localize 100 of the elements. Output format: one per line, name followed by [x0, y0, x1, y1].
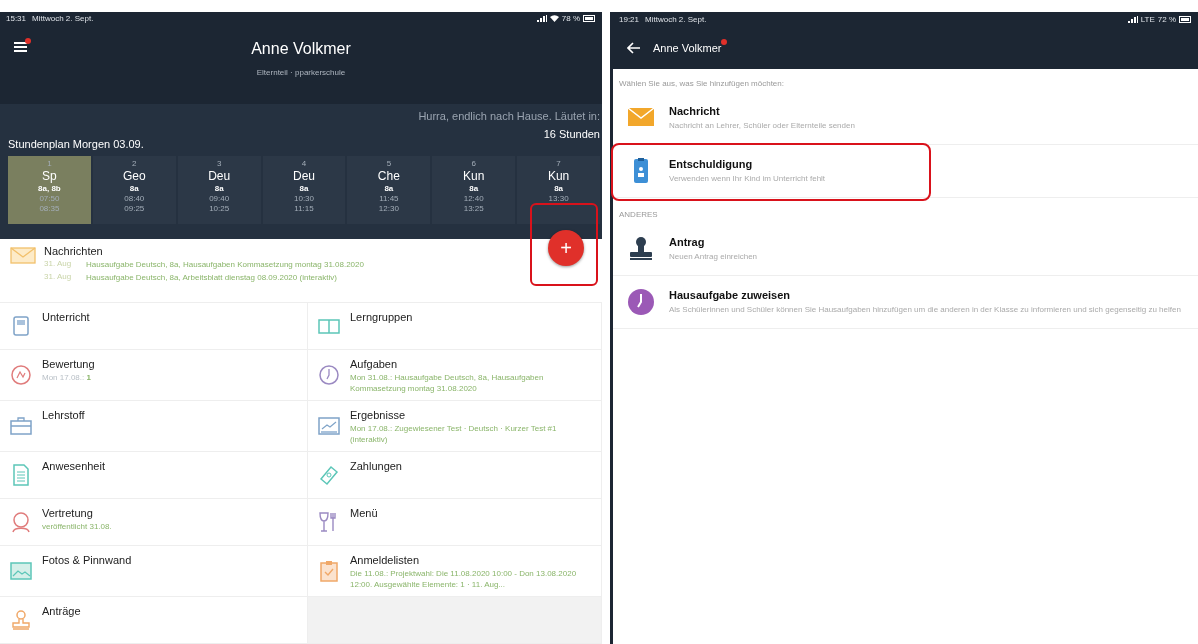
option-item[interactable]: Nachricht Nachricht an Lehrer, Schüler oder Elternteile senden: [613, 92, 1198, 145]
lesson-time: 09:40 10:25: [209, 194, 230, 215]
battery-percent: 72 %: [1157, 14, 1176, 24]
network-label: LTE: [1140, 14, 1155, 24]
document-icon: [10, 464, 32, 486]
back-arrow-icon[interactable]: [627, 41, 641, 54]
timetable-title: Stundenplan Morgen 03.09.: [8, 138, 145, 151]
menu-tile[interactable]: Lehrstoff: [0, 401, 308, 452]
lesson-cell[interactable]: 7 Kun 8a 13:30: [517, 156, 600, 225]
lesson-number: 1: [47, 159, 52, 169]
menu-tile[interactable]: Aufgaben Mon 31.08.: Hausaufgabe Deutsch, 8a, Hausaufgaben Kommasetzung montag 31.08.2020: [308, 350, 602, 401]
option-item[interactable]: Antrag Neuen Antrag einreichen: [613, 223, 1198, 276]
message-text: Hausaufgabe Deutsch, 8a, Hausaufgaben Kommasetzung montag 31.08.2020: [86, 259, 365, 271]
lesson-cell[interactable]: 4 Deu 8a 10:30 11:15: [262, 156, 346, 225]
wifi-icon: [549, 15, 559, 23]
menu-icon[interactable]: [14, 37, 32, 52]
lesson-class: 8a, 8b: [38, 184, 61, 194]
countdown-message: Hurra, endlich nach Hause. Läutet in:: [418, 110, 600, 123]
envelope-icon: [10, 245, 36, 266]
lesson-number: 3: [216, 159, 222, 169]
tile-title: Aufgaben: [350, 358, 399, 370]
prompt-text: Wählen Sie aus, was Sie hinzufügen möchten:: [618, 78, 785, 90]
lesson-number: 2: [132, 159, 137, 169]
lesson-cell[interactable]: 5 Che 8a 11:45 12:30: [347, 156, 431, 225]
option-title: Entschuldigung: [669, 157, 754, 170]
lesson-time: 10:30 11:15: [294, 194, 314, 215]
lesson-cell[interactable]: 2 Geo 8a 08:40 09:25: [92, 156, 176, 225]
lesson-subject: Sp: [42, 169, 57, 184]
lesson-cell[interactable]: 3 Deu 8a 09:40 10:25: [177, 156, 261, 225]
menu-tile[interactable]: Vertretung veröffentlicht 31.08.: [0, 499, 308, 546]
option-item[interactable]: Entschuldigung Verwenden wenn Ihr Kind im Unterricht fehlt: [613, 145, 1198, 198]
tile-title: Ergebnisse: [350, 409, 407, 421]
chart-icon: [318, 415, 340, 437]
tile-title: Unterricht: [42, 311, 90, 323]
lesson-subject: Kun: [463, 169, 485, 184]
lesson-number: 6: [471, 159, 476, 169]
lesson-cell[interactable]: 6 Kun 8a 12:40 13:25: [432, 156, 516, 225]
status-time: 15:31: [6, 14, 27, 24]
option-description: Nachricht an Lehrer, Schüler oder Elternteile senden: [669, 119, 855, 132]
status-date: Mittwoch 2. Sept.: [645, 14, 707, 24]
message-date: 31. Aug: [44, 259, 73, 271]
lesson-subject: Geo: [122, 169, 146, 184]
menu-tile[interactable]: Bewertung Mon 17.08.: 1: [0, 350, 308, 401]
option-title: Nachricht: [669, 104, 721, 117]
lesson-time: 07:50 08:35: [39, 194, 60, 215]
tile-title: Anwesenheit: [42, 460, 105, 472]
menu-tile[interactable]: Anträge: [0, 597, 308, 644]
battery-icon: [583, 15, 596, 23]
menu-tile[interactable]: Menü: [308, 499, 602, 546]
tile-title: Anmeldelisten: [350, 554, 421, 566]
status-time: 19:21: [619, 14, 640, 24]
menu-tile[interactable]: Fotos & Pinnwand: [0, 546, 308, 597]
banknote-icon: [318, 464, 340, 486]
lesson-subject: Deu: [293, 169, 315, 184]
tile-title: Anträge: [42, 605, 81, 617]
tile-title: Menü: [350, 507, 378, 519]
header-subtitle: Elternteil · pparkerschule: [256, 67, 346, 77]
lesson-icon: [10, 315, 32, 337]
clock-icon: [318, 364, 340, 386]
lesson-number: 7: [556, 159, 561, 169]
picture-icon: [10, 560, 32, 582]
section-label: ANDERES: [618, 209, 659, 221]
battery-icon: [1179, 15, 1192, 23]
header-title: Anne Volkmer: [653, 41, 722, 54]
briefcase-icon: [10, 415, 32, 437]
stamp-icon: [10, 609, 32, 631]
clock-icon: [627, 288, 655, 316]
menu-tile[interactable]: Anwesenheit: [0, 452, 308, 499]
lesson-time: 13:30: [548, 194, 569, 205]
menu-tile[interactable]: Zahlungen: [308, 452, 602, 499]
message-text: Hausaufgabe Deutsch, 8a, Arbeitsblatt dienstag 08.09.2020 (interaktiv): [86, 272, 338, 284]
menu-tile[interactable]: Unterricht: [0, 303, 308, 350]
stamp-icon: [627, 235, 655, 263]
menu-tile[interactable]: Lerngruppen: [308, 303, 602, 350]
status-date: Mittwoch 2. Sept.: [32, 14, 94, 24]
grade-icon: [10, 364, 32, 386]
message-date: 31. Aug: [44, 272, 73, 284]
tile-subtitle: Mon 17.08.: 1: [42, 372, 92, 383]
lesson-subject: Deu: [208, 169, 231, 184]
lesson-class: 8a: [214, 184, 224, 194]
lesson-cell[interactable]: 1 Sp 8a, 8b 07:50 08:35: [8, 156, 91, 225]
add-button[interactable]: +: [548, 230, 584, 266]
lesson-class: 8a: [384, 184, 394, 194]
lesson-subject: Che: [377, 169, 400, 184]
option-description: Als Schülerinnen und Schüler können Sie Hausaufgaben hinzufügen um die anderen in der Klasse zu informieren und sich gegenseitig zu helfen: [669, 303, 1181, 316]
signal-icon: [536, 15, 547, 23]
messages-title: Nachrichten: [44, 245, 104, 258]
lesson-class: 8a: [299, 184, 309, 194]
person-icon: [10, 511, 32, 533]
lesson-time: 11:45 12:30: [378, 194, 399, 215]
menu-tile[interactable]: Ergebnisse Mon 17.08.: Zugewiesener Test · Deutsch · Kurzer Test #1 (interaktiv): [308, 401, 602, 452]
lesson-number: 5: [386, 159, 392, 169]
lesson-number: 4: [301, 159, 307, 169]
countdown-value: 16 Stunden: [543, 128, 600, 141]
clipboard-icon: [318, 560, 340, 582]
option-item[interactable]: Hausaufgabe zuweisen Als Schülerinnen und Schüler können Sie Hausaufgaben hinzufügen um die anderen in der Klasse zu informieren und sich gegenseitig zu helfen: [613, 276, 1198, 329]
option-title: Hausaufgabe zuweisen: [669, 288, 792, 301]
tile-title: Lerngruppen: [350, 311, 413, 323]
lesson-time: 08:40 09:25: [124, 194, 145, 215]
tile-subtitle: Mon 17.08.: Zugewiesener Test · Deutsch · Kurzer Test #1 (interaktiv): [350, 423, 558, 445]
